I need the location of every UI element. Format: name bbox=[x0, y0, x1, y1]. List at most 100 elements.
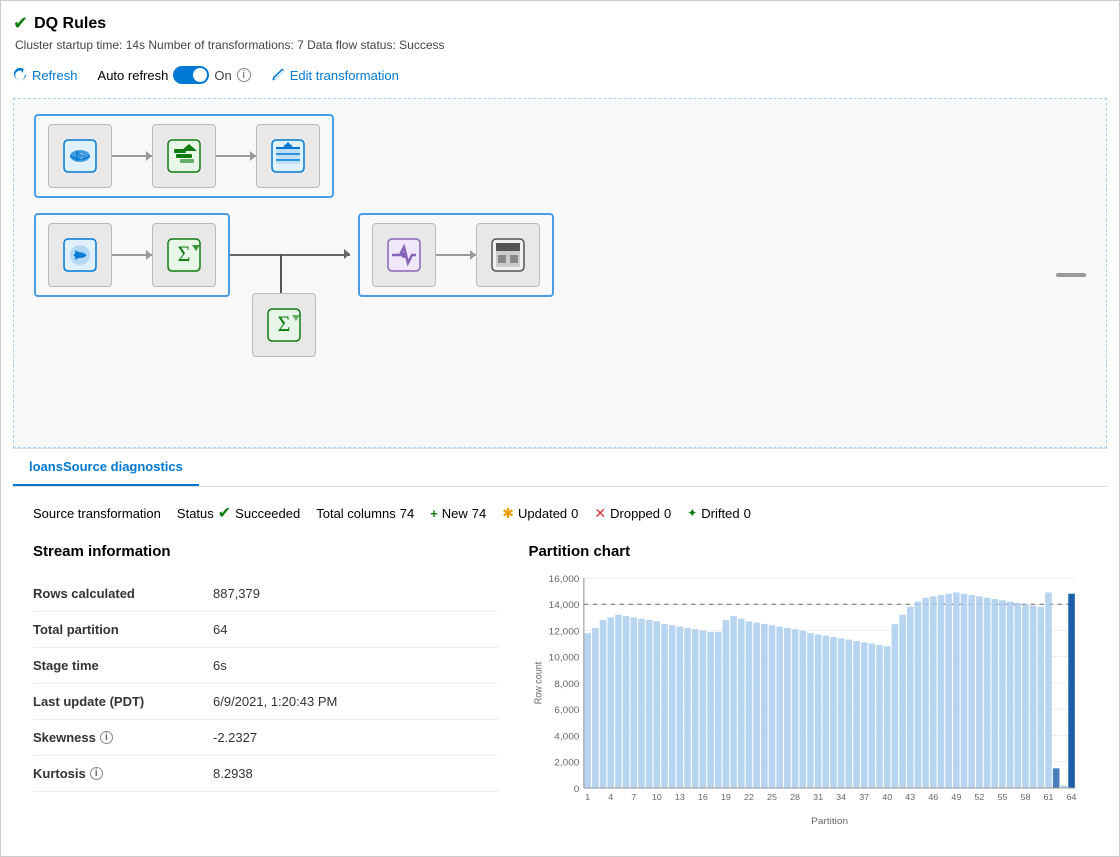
refresh-icon bbox=[13, 68, 27, 82]
chart-section: Partition chart 0 2,000 4,000 6,000 8,000 10,… bbox=[528, 543, 1087, 828]
stream-info-row: Last update (PDT)6/9/2021, 1:20:43 PM bbox=[33, 684, 498, 720]
stream-info-value: 887,379 bbox=[213, 576, 498, 612]
stream-info-value: 6s bbox=[213, 648, 498, 684]
new-icon: + bbox=[430, 506, 438, 521]
flow-arrow-3 bbox=[112, 254, 152, 256]
new-value: 74 bbox=[472, 506, 486, 521]
stream-info-row: Skewness i-2.2327 bbox=[33, 720, 498, 756]
svg-text:14,000: 14,000 bbox=[549, 601, 580, 611]
chart-svg: 0 2,000 4,000 6,000 8,000 10,000 12,000 14,000 1… bbox=[528, 568, 1087, 828]
svg-text:16,000: 16,000 bbox=[549, 574, 580, 584]
source1-icon bbox=[60, 136, 100, 176]
total-columns-label: Total columns bbox=[316, 506, 395, 521]
svg-text:1: 1 bbox=[586, 792, 591, 801]
total-columns-value: 74 bbox=[400, 506, 414, 521]
status-label: Status bbox=[177, 506, 214, 521]
svg-text:13: 13 bbox=[675, 792, 685, 801]
dropped-value: 0 bbox=[664, 506, 671, 521]
subtitle: Cluster startup time: 14s Number of tran… bbox=[15, 38, 1107, 52]
stream-info-label: Kurtosis i bbox=[33, 756, 213, 792]
svg-text:16: 16 bbox=[698, 792, 708, 801]
stream-info-section: Stream information Rows calculated887,37… bbox=[33, 543, 498, 828]
svg-text:6,000: 6,000 bbox=[555, 706, 580, 716]
flow-node-sink1[interactable] bbox=[256, 124, 320, 188]
svg-text:25: 25 bbox=[768, 792, 778, 801]
svg-text:12,000: 12,000 bbox=[549, 627, 580, 637]
flow-node-source2[interactable] bbox=[48, 223, 112, 287]
svg-text:46: 46 bbox=[929, 792, 939, 801]
flow-arrow-1 bbox=[112, 155, 152, 157]
stream-info-row: Rows calculated887,379 bbox=[33, 576, 498, 612]
stream-info-table: Rows calculated887,379Total partition64S… bbox=[33, 576, 498, 792]
auto-refresh-info-icon[interactable]: i bbox=[237, 68, 251, 82]
svg-text:Σ: Σ bbox=[178, 241, 191, 266]
new-label: New bbox=[442, 506, 468, 521]
flow-node-aggregate2[interactable]: Σ bbox=[252, 293, 316, 357]
flow-group-row2-right bbox=[358, 213, 554, 297]
auto-refresh-toggle: Auto refresh On i bbox=[98, 66, 251, 84]
stream-info-title: Stream information bbox=[33, 543, 498, 560]
status-value: Succeeded bbox=[235, 506, 300, 521]
svg-text:4: 4 bbox=[609, 792, 614, 801]
status-row: Source transformation Status ✔ Succeeded… bbox=[33, 503, 1087, 523]
toolbar: Refresh Auto refresh On i Edit transform… bbox=[13, 62, 1107, 88]
flow-group-row1 bbox=[34, 114, 334, 198]
stream-info-row: Kurtosis i8.2938 bbox=[33, 756, 498, 792]
stream-info-label: Stage time bbox=[33, 648, 213, 684]
updated-label: Updated bbox=[518, 506, 567, 521]
stream-info-label: Last update (PDT) bbox=[33, 684, 213, 720]
stream-info-label: Skewness i bbox=[33, 720, 213, 756]
page-title: DQ Rules bbox=[34, 15, 106, 33]
drifted-icon: ✦ bbox=[687, 506, 697, 520]
flow-node-aggregate[interactable]: Σ bbox=[152, 223, 216, 287]
aggregate2-icon: Σ bbox=[264, 305, 304, 345]
flow-node-source1[interactable] bbox=[48, 124, 112, 188]
flow-node-transform1[interactable] bbox=[152, 124, 216, 188]
svg-text:19: 19 bbox=[721, 792, 731, 801]
transform1-icon bbox=[164, 136, 204, 176]
success-check-icon: ✔ bbox=[13, 13, 28, 34]
svg-text:58: 58 bbox=[1021, 792, 1031, 801]
svg-text:4,000: 4,000 bbox=[555, 732, 580, 742]
svg-text:37: 37 bbox=[860, 792, 870, 801]
svg-text:8,000: 8,000 bbox=[555, 679, 580, 689]
svg-text:22: 22 bbox=[744, 792, 754, 801]
chart-container: 0 2,000 4,000 6,000 8,000 10,000 12,000 14,000 1… bbox=[528, 568, 1087, 828]
stream-info-row: Total partition64 bbox=[33, 612, 498, 648]
svg-text:55: 55 bbox=[998, 792, 1008, 801]
svg-text:31: 31 bbox=[814, 792, 824, 801]
info-icon-4[interactable]: i bbox=[100, 731, 113, 744]
svg-text:43: 43 bbox=[906, 792, 916, 801]
source-transformation-label: Source transformation bbox=[33, 506, 161, 521]
refresh-button[interactable]: Refresh bbox=[13, 68, 78, 83]
flow-node-window[interactable] bbox=[476, 223, 540, 287]
svg-text:40: 40 bbox=[883, 792, 893, 801]
svg-text:7: 7 bbox=[632, 792, 637, 801]
svg-text:Row count: Row count bbox=[533, 661, 545, 704]
diagnostics-content: Source transformation Status ✔ Succeeded… bbox=[13, 487, 1107, 844]
status-check-icon: ✔ bbox=[218, 503, 231, 523]
stream-info-value: 8.2938 bbox=[213, 756, 498, 792]
content-split: Stream information Rows calculated887,37… bbox=[33, 543, 1087, 828]
svg-text:Σ: Σ bbox=[278, 311, 291, 336]
stream-info-label: Total partition bbox=[33, 612, 213, 648]
sink1-icon bbox=[268, 136, 308, 176]
flow-group-row2-left: Σ bbox=[34, 213, 230, 297]
svg-text:10,000: 10,000 bbox=[549, 653, 580, 663]
edit-transformation-button[interactable]: Edit transformation bbox=[271, 68, 399, 83]
svg-text:52: 52 bbox=[975, 792, 985, 801]
diagnostics-tab[interactable]: loansSource diagnostics bbox=[13, 449, 199, 486]
dropped-icon: ✕ bbox=[594, 505, 606, 522]
updated-value: 0 bbox=[571, 506, 578, 521]
chart-title: Partition chart bbox=[528, 543, 1087, 560]
svg-text:2,000: 2,000 bbox=[555, 758, 580, 768]
source2-icon bbox=[60, 235, 100, 275]
split-icon bbox=[384, 235, 424, 275]
drifted-value: 0 bbox=[744, 506, 751, 521]
info-icon-5[interactable]: i bbox=[90, 767, 103, 780]
svg-text:0: 0 bbox=[574, 784, 580, 794]
svg-text:49: 49 bbox=[952, 792, 962, 801]
stream-info-value: -2.2327 bbox=[213, 720, 498, 756]
flow-node-split[interactable] bbox=[372, 223, 436, 287]
svg-text:64: 64 bbox=[1067, 792, 1077, 801]
